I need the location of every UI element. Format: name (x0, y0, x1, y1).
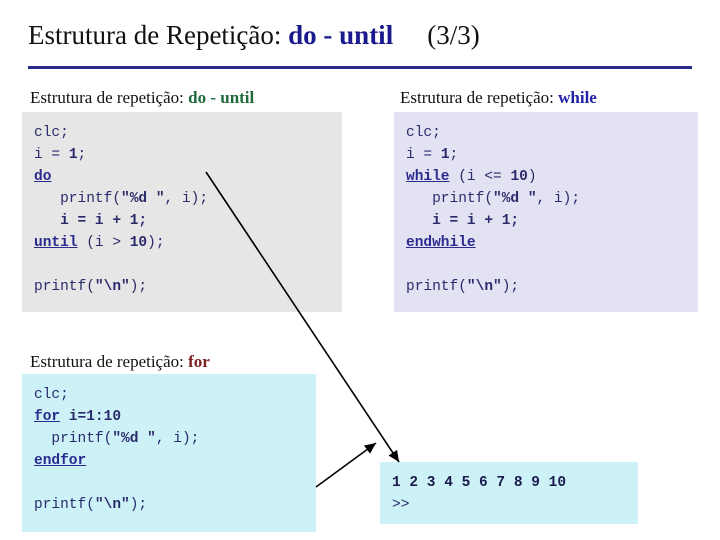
code-line: printf("%d ", i); (406, 191, 581, 207)
code-line: clc; (34, 125, 69, 141)
code-line: printf("\n"); (34, 279, 148, 295)
code-line: printf("%d ", i); (34, 191, 209, 207)
code-line: clc; (34, 387, 69, 403)
output-console: 1 2 3 4 5 6 7 8 9 10 >> (380, 462, 638, 524)
arrow-for-to-output (315, 442, 377, 488)
page-title: Estrutura de Repetição: do - until (3/3) (28, 18, 692, 52)
slide: Estrutura de Repetição: do - until (3/3) … (0, 0, 720, 540)
code-line: printf("\n"); (34, 497, 148, 513)
code-line: for i=1:10 (34, 409, 122, 425)
code-keyword-endfor: endfor (34, 453, 87, 469)
output-line-1: 1 2 3 4 5 6 7 8 9 10 (392, 475, 567, 491)
heading-while-prefix: Estrutura de repetição: (400, 88, 559, 107)
code-line: printf("%d ", i); (34, 431, 200, 447)
code-block-while: clc; i = 1; while (i <= 10) printf("%d "… (394, 112, 698, 312)
heading-for-keyword: for (188, 352, 210, 371)
title-divider (28, 66, 692, 69)
code-keyword-do: do (34, 169, 52, 185)
code-line: i = i + 1; (60, 213, 148, 229)
code-line: clc; (406, 125, 441, 141)
code-line: while (i <= 10) (406, 169, 537, 185)
heading-do-until: Estrutura de repetição: do - until (30, 88, 254, 108)
code-block-for: clc; for i=1:10 printf("%d ", i); endfor… (22, 374, 316, 532)
slide-title: Estrutura de Repetição: do - until (3/3) (28, 18, 692, 64)
heading-for: Estrutura de repetição: for (30, 352, 210, 372)
code-line: i = 1; (406, 147, 459, 163)
heading-while: Estrutura de repetição: while (400, 88, 597, 108)
title-keyword: do - until (288, 20, 394, 50)
code-keyword-endwhile: endwhile (406, 235, 476, 251)
code-line: until (i > 10); (34, 235, 165, 251)
heading-while-keyword: while (558, 88, 597, 107)
heading-do-until-keyword: do - until (188, 88, 255, 107)
title-prefix: Estrutura de Repetição: (28, 20, 289, 50)
output-line-2: >> (392, 497, 410, 513)
code-line: i = i + 1; (432, 213, 520, 229)
heading-do-until-prefix: Estrutura de repetição: (30, 88, 189, 107)
heading-for-prefix: Estrutura de repetição: (30, 352, 189, 371)
title-slide-number: (3/3) (427, 20, 480, 50)
code-line: printf("\n"); (406, 279, 520, 295)
code-line: i = 1; (34, 147, 87, 163)
code-block-do-until: clc; i = 1; do printf("%d ", i); i = i +… (22, 112, 342, 312)
